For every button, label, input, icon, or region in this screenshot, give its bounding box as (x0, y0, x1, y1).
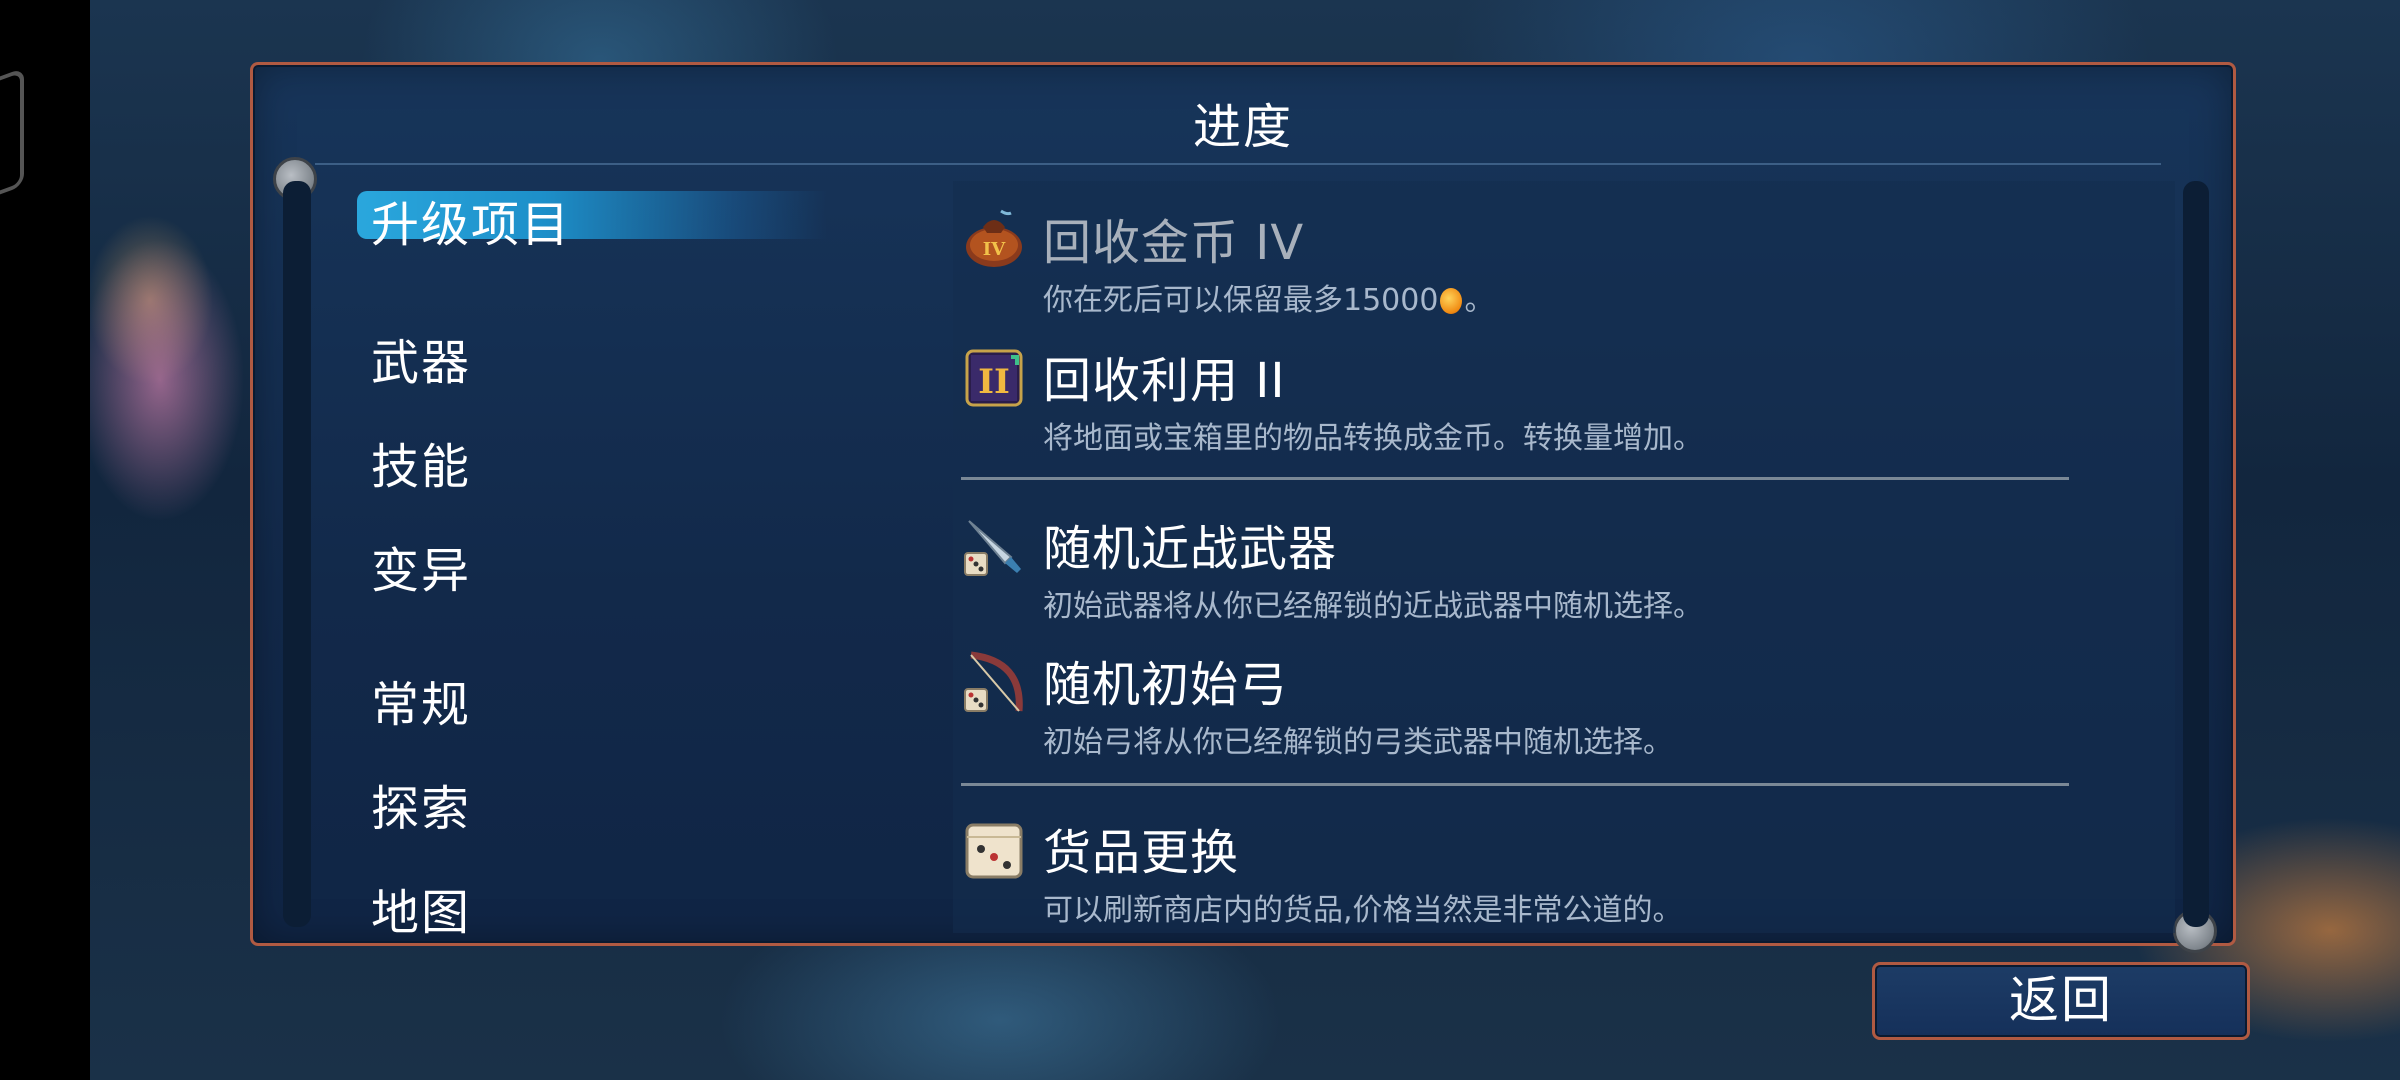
item-title[interactable]: 回收利用 II (1043, 341, 1286, 411)
category-scrollbar[interactable] (283, 181, 311, 927)
item-description: 你在死后可以保留最多15000。 (1043, 283, 1495, 318)
category-exploration[interactable]: 探索 (371, 769, 471, 839)
group-divider (961, 783, 2069, 786)
item-description: 初始弓将从你已经解锁的弓类武器中随机选择。 (1043, 725, 1673, 760)
progress-panel: 进度 升级项目 武器 技能 变异 常规 探索 地图 IV 回收金币 IV 你在死… (250, 62, 2236, 953)
title-divider (315, 163, 2161, 165)
random-bow-icon (964, 651, 1023, 712)
panel-title: 进度 (1192, 99, 1293, 155)
category-upgrades[interactable]: 升级项目 (371, 185, 571, 255)
item-title[interactable]: 随机初始弓 (1043, 645, 1288, 715)
group-divider (961, 477, 2069, 480)
items-scrollbar[interactable] (2183, 181, 2209, 927)
coin-icon (1440, 288, 1463, 314)
category-weapons[interactable]: 武器 (371, 323, 471, 393)
coin-bag-icon: IV (966, 209, 1022, 267)
svg-text:IV: IV (983, 239, 1006, 260)
svg-text:II: II (978, 362, 1010, 402)
random-melee-weapon-icon (964, 520, 1021, 576)
item-description: 可以刷新商店内的货品,价格当然是非常公道的。 (1043, 893, 1683, 928)
hexagon-icon (0, 67, 24, 211)
screen-bezel (0, 0, 90, 1080)
category-map[interactable]: 地图 (371, 873, 471, 943)
back-button[interactable]: 返回 (1872, 962, 2250, 1040)
item-description: 将地面或宝箱里的物品转换成金币。转换量增加。 (1043, 421, 1703, 456)
item-title[interactable]: 回收金币 IV (1043, 203, 1304, 273)
recycle-scroll-icon: II (965, 349, 1023, 407)
item-title[interactable]: 货品更换 (1043, 813, 1239, 883)
dice-icon (965, 823, 1023, 879)
category-general[interactable]: 常规 (371, 665, 471, 735)
item-description: 初始武器将从你已经解锁的近战武器中随机选择。 (1043, 589, 1703, 624)
item-title[interactable]: 随机近战武器 (1043, 509, 1337, 579)
category-mutations[interactable]: 变异 (371, 531, 471, 601)
category-skills[interactable]: 技能 (371, 427, 471, 497)
